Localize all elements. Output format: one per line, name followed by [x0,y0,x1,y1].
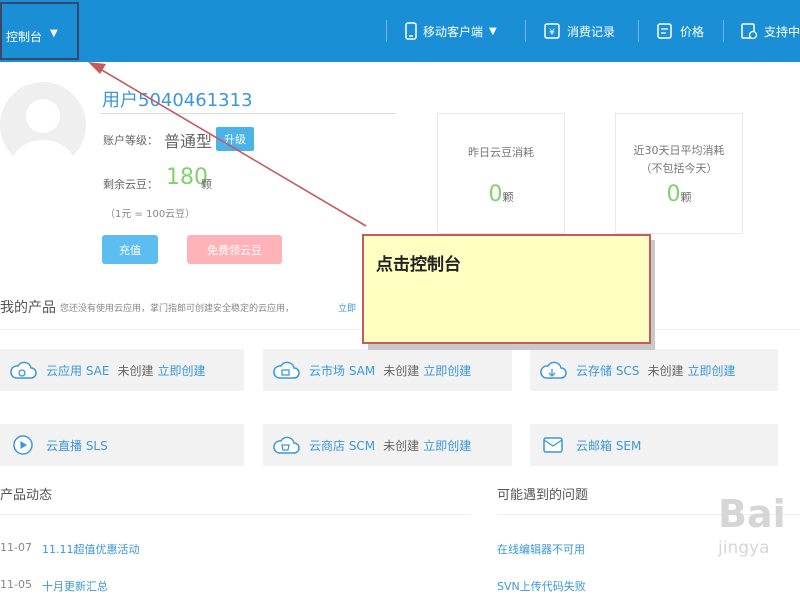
callout-text: 点击控制台 [376,255,461,275]
annotation-callout: 点击控制台 [362,234,651,344]
